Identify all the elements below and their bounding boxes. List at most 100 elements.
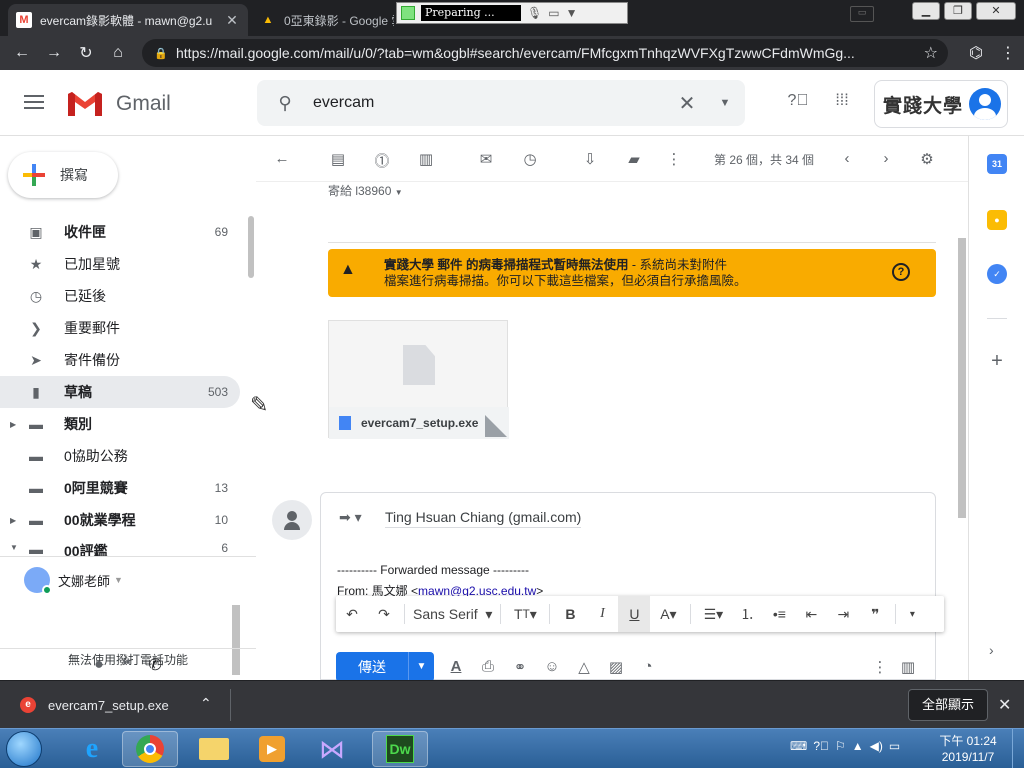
microphone-icon[interactable]: 🎙 (527, 6, 542, 20)
search-icon[interactable]: ⚲ (257, 93, 313, 114)
bullet-list-icon[interactable]: •≡ (763, 596, 795, 632)
sidebar-scrollbar[interactable] (248, 216, 254, 278)
browser-tab-drive[interactable]: ▲ 0亞東錄影 - Google 雲 (252, 4, 402, 36)
italic-icon[interactable]: I (586, 596, 618, 632)
font-size-icon[interactable]: T T ▾ (505, 596, 545, 632)
taskbar-clock[interactable]: 下午 01:24 2019/11/7 (930, 733, 1006, 765)
expand-caret-icon[interactable]: ▶ (10, 420, 16, 429)
prev-icon[interactable]: ‹ (837, 150, 857, 167)
back-to-list-icon[interactable]: ← (272, 150, 292, 167)
media-player-icon[interactable]: ▶ (244, 731, 300, 767)
move-to-icon[interactable]: ⇩ (580, 150, 600, 168)
settings-gear-icon[interactable]: ⚙ (917, 150, 937, 168)
link-icon[interactable]: ⚭ (510, 658, 530, 676)
sidebar-item-drafts[interactable]: ▮ 草稿 503 (0, 376, 240, 408)
tab-close-icon[interactable]: ✕ (224, 12, 240, 29)
sidebar-item-label[interactable]: ▬ 0阿里競賽 13 (0, 472, 240, 504)
report-spam-icon[interactable]: ⓵ (372, 150, 392, 171)
keyboard-icon[interactable]: ⌨ (790, 739, 807, 753)
hangouts-user[interactable]: 文娜老師 ▼ (24, 567, 123, 595)
sidebar-item-label[interactable]: ▬ 0協助公務 (0, 440, 240, 472)
more-formatting-icon[interactable]: ▾ (900, 596, 924, 632)
ie-icon[interactable]: e (64, 731, 120, 767)
send-options-icon[interactable]: ▼ (408, 652, 434, 682)
sidebar-item-label[interactable]: ▶ ▬ 00就業學程 10 (0, 504, 240, 536)
url-text[interactable]: https://mail.google.com/mail/u/0/?tab=wm… (176, 45, 916, 61)
photo-icon[interactable]: ▨ (606, 658, 626, 676)
align-icon[interactable]: ☰▾ (695, 596, 731, 632)
underline-icon[interactable]: U (618, 596, 651, 632)
next-icon[interactable]: › (876, 150, 896, 167)
search-input[interactable]: evercam (313, 94, 669, 112)
bold-icon[interactable]: B (554, 596, 586, 632)
download-file-name[interactable]: evercam7_setup.exe (48, 698, 169, 713)
font-selector[interactable]: Sans Serif ▾ (409, 596, 496, 632)
file-explorer-icon[interactable] (186, 731, 242, 767)
camera-off-icon[interactable]: ▭ (548, 6, 559, 20)
apps-grid-icon[interactable]: ⁞⁞⁞ (830, 92, 854, 110)
browser-tab-gmail[interactable]: M evercam錄影軟體 - mawn@g2.u ✕ (8, 4, 248, 36)
clear-search-icon[interactable]: ✕ (669, 91, 705, 116)
calendar-icon[interactable]: 31 (987, 154, 1007, 174)
redo-icon[interactable]: ↷ (368, 596, 400, 632)
home-icon[interactable]: ⌂ (102, 44, 134, 62)
reload-icon[interactable]: ↻ (70, 43, 102, 63)
sidebar-item-important[interactable]: ❯ 重要郵件 (0, 312, 240, 344)
confidential-icon[interactable]: ◔ (638, 658, 658, 675)
dropdown-icon[interactable]: ▼ (566, 6, 578, 20)
avatar[interactable] (969, 88, 1001, 120)
undo-icon[interactable]: ↶ (336, 596, 368, 632)
keep-icon[interactable]: ● (987, 210, 1007, 230)
compose-button[interactable]: 撰寫 (8, 152, 118, 198)
org-account-switcher[interactable]: 實踐大學 (874, 80, 1008, 128)
more-icon[interactable]: ⋮ (664, 150, 684, 168)
expand-caret-icon[interactable]: ▼ (10, 543, 18, 552)
network-icon[interactable]: ⚐ (835, 739, 846, 753)
quote-icon[interactable]: ❞ (859, 596, 891, 632)
sidebar-item-inbox[interactable]: ▣ 收件匣 69 (0, 216, 240, 248)
attachment-card[interactable]: evercam7_setup.exe (328, 320, 509, 439)
start-button[interactable] (6, 731, 42, 767)
maximize-button[interactable]: ❐ (944, 2, 972, 20)
help-icon[interactable]: ? (892, 263, 910, 281)
extension-icon[interactable]: ⌬ (960, 43, 992, 63)
search-bar[interactable]: ⚲ evercam ✕ ▼ (257, 80, 745, 126)
forward-icon[interactable]: → (38, 44, 70, 62)
chat-icon[interactable]: ❝ (122, 655, 131, 675)
minimize-button[interactable]: ▁ (912, 2, 940, 20)
indent-more-icon[interactable]: ⇥ (827, 596, 859, 632)
forwarded-header[interactable]: ---------- Forwarded message --------- (337, 563, 529, 577)
sidebar-item-snoozed[interactable]: ◷ 已延後 (0, 280, 240, 312)
chrome-menu-icon[interactable]: ⋮ (992, 43, 1024, 63)
archive-icon[interactable]: ▤ (328, 150, 348, 168)
sidebar-item-starred[interactable]: ★ 已加星號 (0, 248, 240, 280)
expand-panel-icon[interactable]: › (989, 642, 994, 658)
search-options-icon[interactable]: ▼ (705, 97, 745, 109)
delete-icon[interactable]: ▥ (416, 150, 436, 168)
discard-draft-icon[interactable]: ▥ (898, 658, 918, 676)
recipient-chip[interactable]: Ting Hsuan Chiang (gmail.com) (385, 509, 582, 528)
expand-caret-icon[interactable]: ▶ (10, 516, 16, 525)
emoji-icon[interactable]: ☺ (542, 658, 562, 675)
text-color-icon[interactable]: A▾ (650, 596, 686, 632)
send-button[interactable]: 傳送 ▼ (336, 652, 434, 682)
back-icon[interactable]: ← (6, 44, 38, 62)
close-download-bar-icon[interactable]: ✕ (998, 695, 1011, 715)
volume-icon[interactable]: ◀) (870, 739, 883, 753)
drive-icon[interactable]: △ (574, 658, 594, 676)
tasks-icon[interactable]: ✓ (987, 264, 1007, 284)
phone-icon[interactable]: ✆ (148, 655, 161, 675)
sidebar-item-label[interactable]: ▼ ▬ 00評鑑 6 (0, 536, 240, 556)
recipient-line[interactable]: 寄給 l38960 ▼ (328, 182, 403, 199)
sidebar-item-categories[interactable]: ▶ ▬ 類別 (0, 408, 240, 440)
show-all-button[interactable]: 全部顯示 (908, 689, 988, 721)
attach-icon[interactable]: ⎙ (478, 658, 498, 675)
contacts-icon[interactable]: ● (94, 656, 104, 674)
visual-studio-icon[interactable]: ⋈ (304, 731, 360, 767)
tray-expand-icon[interactable]: ▲ (852, 739, 864, 753)
chevron-up-icon[interactable]: ⌃ (200, 695, 212, 712)
numbered-list-icon[interactable]: ⒈ (731, 596, 763, 632)
help-icon[interactable]: ?⃝ (786, 92, 810, 110)
sidebar-item-sent[interactable]: ➤ 寄件備份 (0, 344, 240, 376)
snooze-icon[interactable]: ◷ (520, 150, 540, 168)
